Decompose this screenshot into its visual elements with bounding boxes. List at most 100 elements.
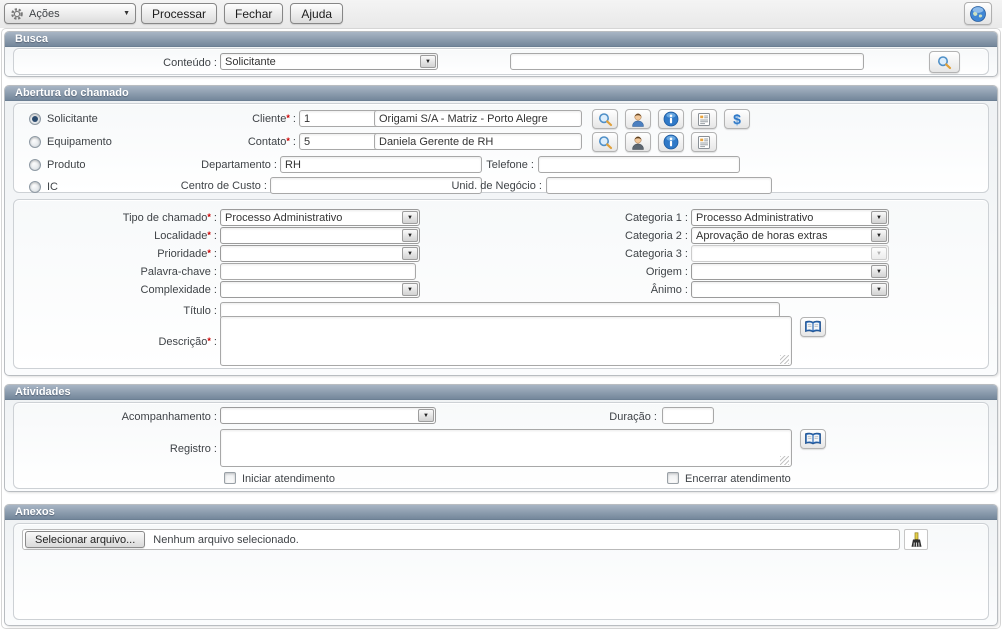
- clear-attachment-button[interactable]: [904, 529, 928, 550]
- anexos-panel: Anexos Selecionar arquivo... Nenhum arqu…: [4, 504, 998, 626]
- palavra-chave-label: Palavra-chave :: [47, 266, 217, 278]
- chevron-down-icon: ▼: [871, 211, 887, 224]
- cliente-search-button[interactable]: [592, 109, 618, 129]
- departamento-label: Departamento :: [114, 159, 277, 171]
- anexos-panel-title: Anexos: [5, 505, 997, 520]
- centro-custo-label: Centro de Custo :: [104, 180, 267, 192]
- chevron-down-icon: ▼: [402, 229, 418, 242]
- chevron-down-icon: ▼: [402, 283, 418, 296]
- atividades-group: Acompanhamento : ▼ Duração : Registro : …: [13, 402, 989, 489]
- radio-equipamento-label[interactable]: Equipamento: [47, 136, 112, 148]
- titulo-label: Título :: [47, 305, 217, 317]
- contato-profile-button[interactable]: [625, 132, 651, 152]
- conteudo-select[interactable]: Solicitante ▼: [220, 53, 438, 70]
- iniciar-atendimento-checkbox[interactable]: [224, 472, 236, 484]
- prioridade-label: Prioridade* :: [47, 248, 217, 260]
- encerrar-atendimento-label[interactable]: Encerrar atendimento: [685, 473, 791, 485]
- radio-equipamento[interactable]: [29, 136, 41, 148]
- registro-textarea[interactable]: [220, 429, 792, 467]
- chevron-down-icon: ▼: [871, 283, 887, 296]
- registro-knowledge-base-button[interactable]: [800, 429, 826, 449]
- chevron-down-icon: ▼: [420, 55, 436, 68]
- language-globe-button[interactable]: [964, 2, 992, 25]
- chevron-down-icon: ▼: [402, 247, 418, 260]
- atividades-panel: Atividades Acompanhamento : ▼ Duração : …: [4, 384, 998, 492]
- document-icon: [697, 112, 711, 127]
- cliente-name-input[interactable]: [374, 110, 582, 127]
- contato-label: Contato* :: [134, 136, 296, 148]
- abertura-target-group: Solicitante Equipamento Produto IC Clien…: [13, 103, 989, 193]
- close-button[interactable]: Fechar: [224, 3, 283, 24]
- encerrar-atendimento-checkbox[interactable]: [667, 472, 679, 484]
- categoria1-label: Categoria 1 :: [528, 212, 688, 224]
- cliente-label: Cliente* :: [134, 113, 296, 125]
- iniciar-atendimento-label[interactable]: Iniciar atendimento: [242, 473, 335, 485]
- chevron-down-icon: ▼: [871, 265, 887, 278]
- contato-search-button[interactable]: [592, 132, 618, 152]
- complexidade-label: Complexidade :: [47, 284, 217, 296]
- complexidade-select[interactable]: ▼: [220, 281, 420, 298]
- select-file-button[interactable]: Selecionar arquivo...: [25, 531, 145, 548]
- duracao-input[interactable]: [662, 407, 714, 424]
- document-icon: [697, 135, 711, 150]
- busca-search-button[interactable]: [929, 51, 960, 73]
- abertura-panel-title: Abertura do chamado: [5, 86, 997, 101]
- palavra-chave-input[interactable]: [220, 263, 416, 280]
- book-icon: [804, 320, 822, 334]
- categoria2-select[interactable]: Aprovação de horas extras▼: [691, 227, 889, 244]
- acompanhamento-label: Acompanhamento :: [47, 411, 217, 423]
- conteudo-label: Conteúdo :: [54, 57, 217, 69]
- busca-panel-title: Busca: [5, 32, 997, 47]
- origem-select[interactable]: ▼: [691, 263, 889, 280]
- categoria3-label: Categoria 3 :: [528, 248, 688, 260]
- chevron-down-icon: ▼: [871, 229, 887, 242]
- unid-negocio-input[interactable]: [546, 177, 772, 194]
- radio-ic-label[interactable]: IC: [47, 181, 58, 193]
- process-button[interactable]: Processar: [141, 3, 217, 24]
- prioridade-select[interactable]: ▼: [220, 245, 420, 262]
- contato-notes-button[interactable]: [691, 132, 717, 152]
- animo-select[interactable]: ▼: [691, 281, 889, 298]
- acompanhamento-select[interactable]: ▼: [220, 407, 436, 424]
- localidade-select[interactable]: ▼: [220, 227, 420, 244]
- chevron-down-icon: ▼: [402, 211, 418, 224]
- contato-name-input[interactable]: [374, 133, 582, 150]
- categoria1-select[interactable]: Processo Administrativo▼: [691, 209, 889, 226]
- person-icon: [630, 112, 646, 127]
- magnifier-icon: [936, 55, 953, 70]
- cliente-notes-button[interactable]: [691, 109, 717, 129]
- radio-produto-label[interactable]: Produto: [47, 159, 86, 171]
- file-status-text: Nenhum arquivo selecionado.: [153, 534, 299, 546]
- radio-solicitante[interactable]: [29, 113, 41, 125]
- contato-info-button[interactable]: [658, 132, 684, 152]
- anexos-group: Selecionar arquivo... Nenhum arquivo sel…: [13, 523, 989, 620]
- cliente-info-button[interactable]: [658, 109, 684, 129]
- telefone-label: Telefone :: [434, 159, 534, 171]
- form-container: Busca Conteúdo : Solicitante ▼ Abertura …: [1, 28, 1001, 629]
- radio-produto[interactable]: [29, 159, 41, 171]
- toolbar: Ações ▼ Processar Fechar Ajuda: [0, 0, 1002, 28]
- file-upload-field: Selecionar arquivo... Nenhum arquivo sel…: [22, 529, 900, 550]
- tipo-chamado-select[interactable]: Processo Administrativo▼: [220, 209, 420, 226]
- categoria2-label: Categoria 2 :: [528, 230, 688, 242]
- cliente-finance-button[interactable]: $: [724, 109, 750, 129]
- actions-dropdown[interactable]: Ações ▼: [4, 3, 136, 24]
- chevron-down-icon: ▼: [123, 10, 130, 17]
- descricao-textarea[interactable]: [220, 316, 792, 366]
- radio-solicitante-label[interactable]: Solicitante: [47, 113, 98, 125]
- help-button[interactable]: Ajuda: [290, 3, 343, 24]
- descricao-knowledge-base-button[interactable]: [800, 317, 826, 337]
- abertura-classification-group: Tipo de chamado* : Processo Administrati…: [13, 199, 989, 369]
- atividades-panel-title: Atividades: [5, 385, 997, 400]
- resize-grip[interactable]: [780, 355, 789, 364]
- broom-icon: [910, 532, 923, 548]
- chevron-down-icon: ▼: [871, 247, 887, 260]
- radio-ic[interactable]: [29, 181, 41, 193]
- telefone-input[interactable]: [538, 156, 740, 173]
- cliente-profile-button[interactable]: [625, 109, 651, 129]
- resize-grip[interactable]: [780, 456, 789, 465]
- globe-icon: [969, 5, 987, 23]
- person-icon: [630, 135, 646, 150]
- busca-search-input[interactable]: [510, 53, 864, 70]
- gear-icon: [10, 7, 24, 21]
